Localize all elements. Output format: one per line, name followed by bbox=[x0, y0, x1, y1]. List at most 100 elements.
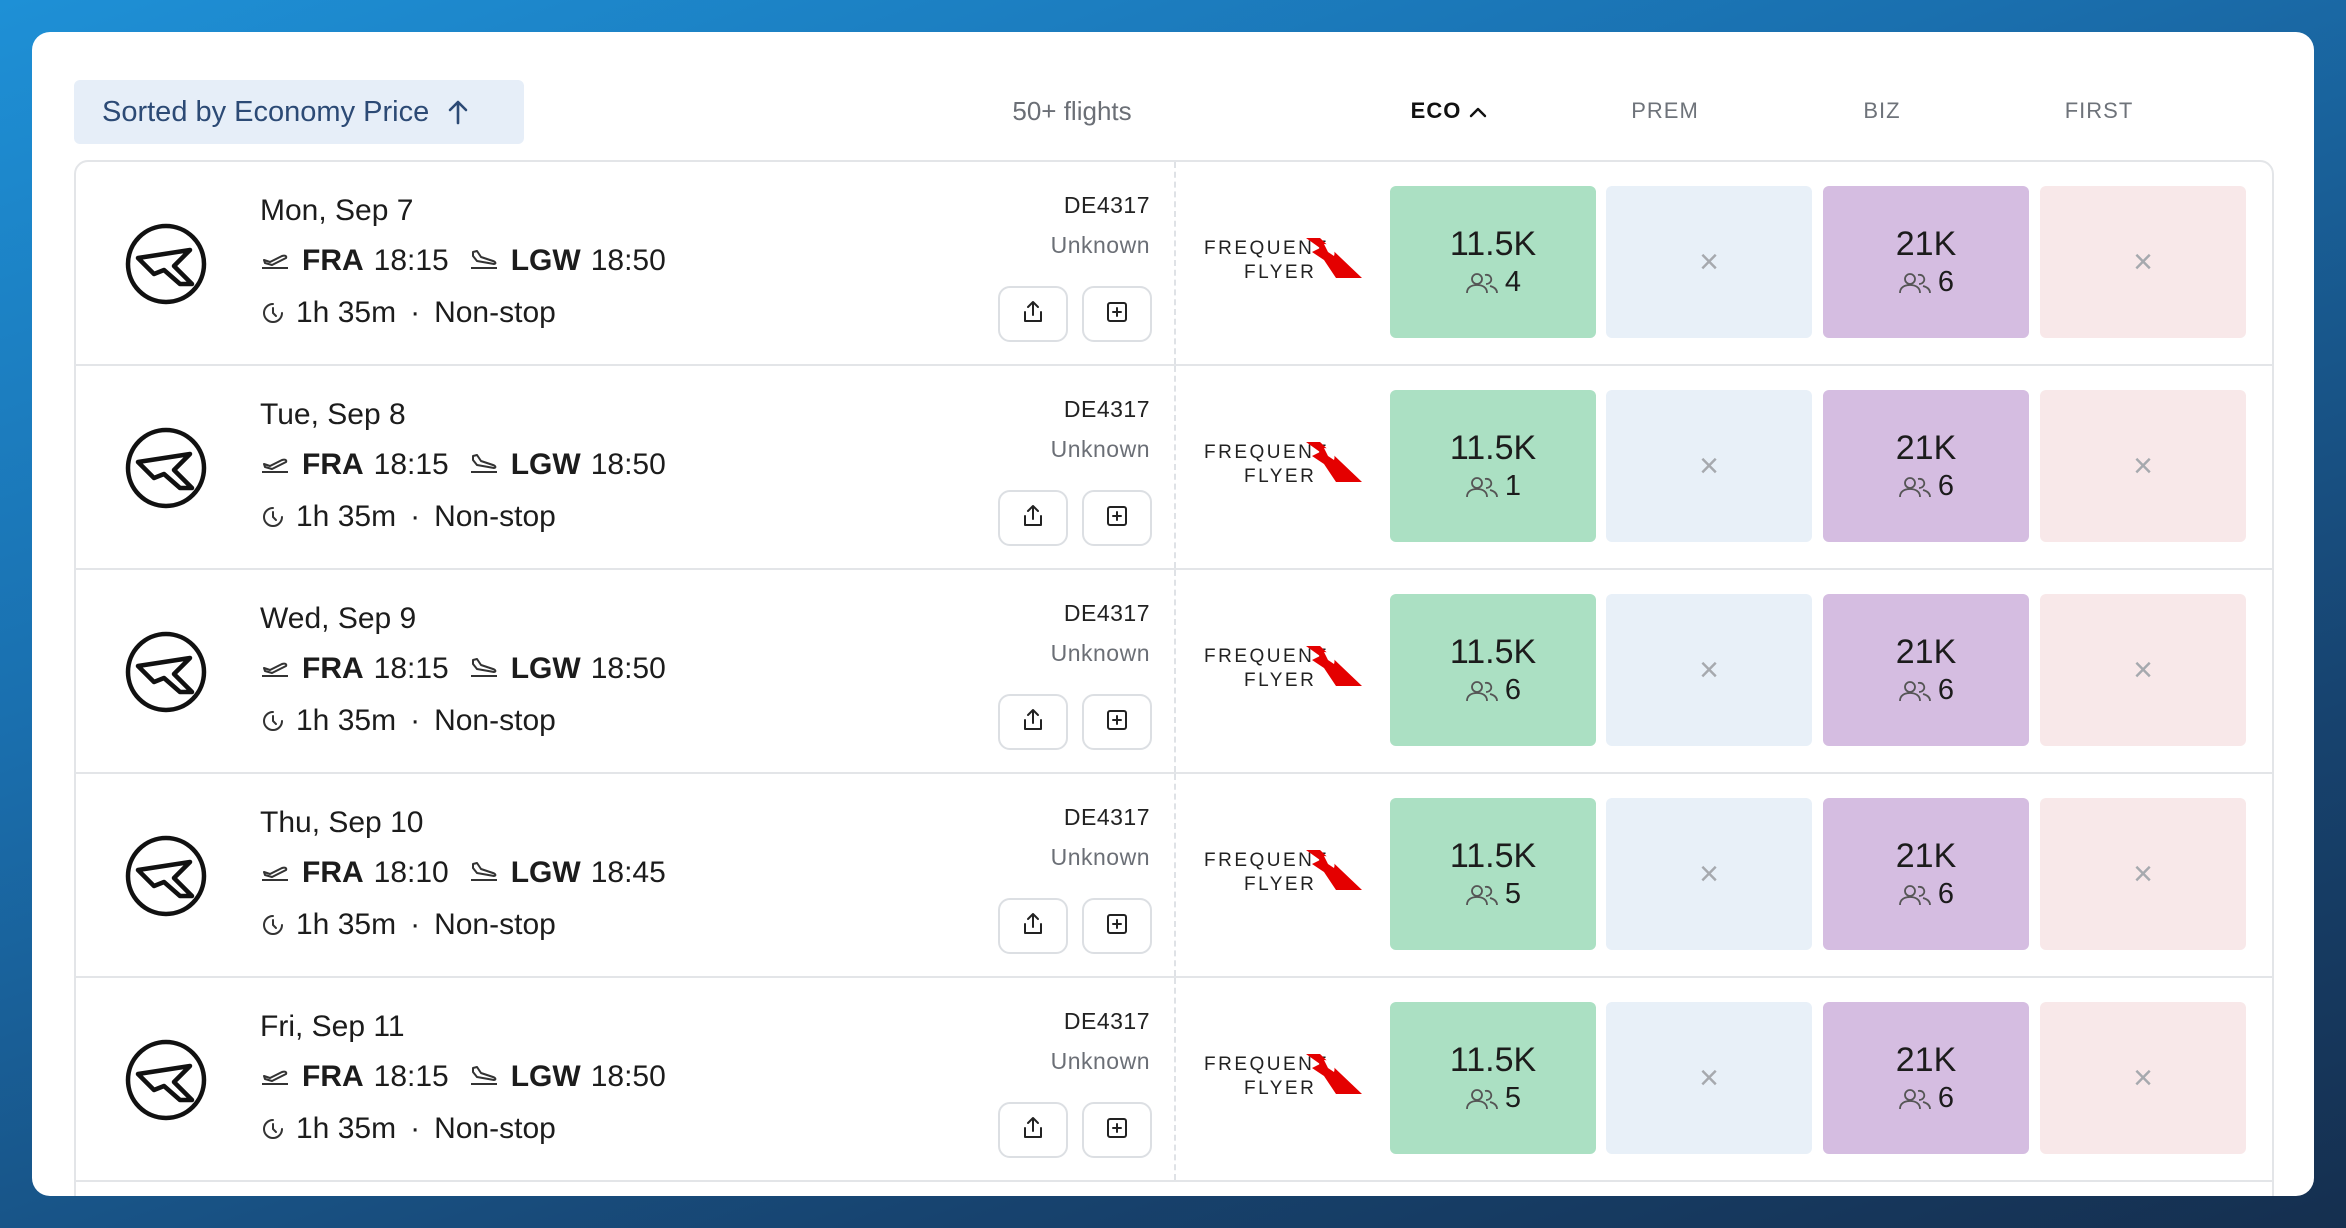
add-button[interactable] bbox=[1082, 1102, 1152, 1158]
unavailable-icon: × bbox=[1699, 446, 1719, 485]
share-button[interactable] bbox=[998, 286, 1068, 342]
separator-dot: · bbox=[410, 500, 421, 533]
first-fare-cell[interactable]: × bbox=[2040, 186, 2246, 338]
first-fare-cell[interactable]: × bbox=[2040, 594, 2246, 746]
flight-date: Wed, Sep 9 bbox=[260, 602, 417, 635]
eco-fare-cell[interactable]: 11.5K 5 bbox=[1390, 1002, 1596, 1154]
prem-fare-cell[interactable]: × bbox=[1606, 390, 1812, 542]
departure-time: 18:15 bbox=[373, 1060, 449, 1093]
duration: 1h 35m bbox=[296, 500, 397, 533]
airline-logo bbox=[124, 426, 208, 510]
eco-price: 11.5K bbox=[1449, 837, 1537, 875]
airline-logo bbox=[124, 222, 208, 306]
frequent-flyer-logo: FREQUENT FLYER bbox=[1204, 846, 1364, 906]
column-header-eco[interactable]: ECO bbox=[1346, 98, 1552, 124]
eco-fare-cell[interactable]: 11.5K 6 bbox=[1390, 594, 1596, 746]
biz-fare-cell[interactable]: 21K 6 bbox=[1823, 186, 2029, 338]
aircraft-type: Unknown bbox=[1050, 232, 1150, 258]
biz-fare-cell[interactable]: 21K 6 bbox=[1823, 594, 2029, 746]
stops: Non-stop bbox=[434, 1112, 556, 1145]
prem-fare-cell[interactable]: × bbox=[1606, 798, 1812, 950]
plane-landing-icon bbox=[469, 652, 499, 686]
kangaroo-icon bbox=[1306, 442, 1362, 482]
results-card: Sorted by Economy Price 50+ flights ECO … bbox=[32, 32, 2314, 1196]
flight-date: Mon, Sep 7 bbox=[260, 194, 414, 227]
column-header-first[interactable]: FIRST bbox=[1996, 98, 2202, 124]
departure-time: 18:15 bbox=[373, 448, 449, 481]
share-button[interactable] bbox=[998, 694, 1068, 750]
eco-seats: 5 bbox=[1465, 878, 1521, 911]
first-fare-cell[interactable]: × bbox=[2040, 390, 2246, 542]
flight-row[interactable]: Mon, Sep 7 FRA 18:15 LGW 18:50 1h 35m · … bbox=[76, 162, 2272, 366]
eco-fare-cell[interactable]: 11.5K 4 bbox=[1390, 186, 1596, 338]
frequent-flyer-logo: FREQUENT FLYER bbox=[1204, 438, 1364, 498]
flight-row[interactable]: Tue, Sep 8 FRA 18:15 LGW 18:50 1h 35m · … bbox=[76, 366, 2272, 570]
unavailable-icon: × bbox=[2133, 1058, 2153, 1097]
frequent-flyer-logo: FREQUENT FLYER bbox=[1204, 1050, 1364, 1110]
biz-seat-count: 6 bbox=[1937, 878, 1955, 910]
flight-row[interactable]: Wed, Sep 9 FRA 18:15 LGW 18:50 1h 35m · … bbox=[76, 570, 2272, 774]
biz-seats: 6 bbox=[1898, 1082, 1954, 1115]
flight-row[interactable]: Thu, Sep 10 FRA 18:10 LGW 18:45 1h 35m ·… bbox=[76, 774, 2272, 978]
row-divider bbox=[1174, 162, 1176, 364]
destination-code: LGW bbox=[510, 448, 581, 481]
add-button[interactable] bbox=[1082, 898, 1152, 954]
sort-button[interactable]: Sorted by Economy Price bbox=[74, 80, 524, 144]
flight-number: DE4317 bbox=[1063, 192, 1150, 218]
stops: Non-stop bbox=[434, 500, 556, 533]
biz-seat-count: 6 bbox=[1937, 1082, 1955, 1114]
share-button[interactable] bbox=[998, 490, 1068, 546]
biz-price: 21K bbox=[1895, 225, 1957, 263]
eco-seats: 6 bbox=[1465, 674, 1521, 707]
column-header-prem[interactable]: PREM bbox=[1562, 98, 1768, 124]
duration: 1h 35m bbox=[296, 704, 397, 737]
unavailable-icon: × bbox=[2133, 242, 2153, 281]
prem-fare-cell[interactable]: × bbox=[1606, 1002, 1812, 1154]
eco-seats: 4 bbox=[1465, 266, 1521, 299]
route-line: FRA 18:15 LGW 18:50 bbox=[260, 1060, 686, 1094]
add-button[interactable] bbox=[1082, 490, 1152, 546]
first-fare-cell[interactable]: × bbox=[2040, 798, 2246, 950]
duration: 1h 35m bbox=[296, 908, 397, 941]
departure-time: 18:10 bbox=[373, 856, 449, 889]
add-button[interactable] bbox=[1082, 286, 1152, 342]
frequent-flyer-logo: FREQUENT FLYER bbox=[1204, 642, 1364, 702]
biz-fare-cell[interactable]: 21K 6 bbox=[1823, 390, 2029, 542]
unavailable-icon: × bbox=[1699, 242, 1719, 281]
biz-price: 21K bbox=[1895, 1041, 1957, 1079]
share-icon bbox=[1020, 1115, 1046, 1146]
prem-fare-cell[interactable]: × bbox=[1606, 594, 1812, 746]
flight-row[interactable]: Fri, Sep 11 FRA 18:15 LGW 18:50 1h 35m ·… bbox=[76, 978, 2272, 1182]
eco-fare-cell[interactable]: 11.5K 5 bbox=[1390, 798, 1596, 950]
unavailable-icon: × bbox=[2133, 650, 2153, 689]
column-header-biz-label: BIZ bbox=[1863, 98, 1901, 123]
share-icon bbox=[1020, 299, 1046, 330]
separator-dot: · bbox=[410, 296, 421, 329]
biz-price: 21K bbox=[1895, 633, 1957, 671]
stops: Non-stop bbox=[434, 296, 556, 329]
share-button[interactable] bbox=[998, 1102, 1068, 1158]
biz-fare-cell[interactable]: 21K 6 bbox=[1823, 1002, 2029, 1154]
route-line: FRA 18:15 LGW 18:50 bbox=[260, 448, 686, 482]
stops: Non-stop bbox=[434, 704, 556, 737]
duration-line: 1h 35m · Non-stop bbox=[260, 296, 556, 330]
eco-fare-cell[interactable]: 11.5K 1 bbox=[1390, 390, 1596, 542]
biz-fare-cell[interactable]: 21K 6 bbox=[1823, 798, 2029, 950]
eco-seat-count: 4 bbox=[1504, 266, 1522, 298]
arrival-time: 18:50 bbox=[590, 1060, 666, 1093]
users-icon bbox=[1465, 271, 1499, 295]
duration-line: 1h 35m · Non-stop bbox=[260, 500, 556, 534]
destination-code: LGW bbox=[510, 856, 581, 889]
duration-line: 1h 35m · Non-stop bbox=[260, 704, 556, 738]
departure-time: 18:15 bbox=[373, 652, 449, 685]
column-header-biz[interactable]: BIZ bbox=[1779, 98, 1985, 124]
kangaroo-icon bbox=[1306, 646, 1362, 686]
separator-dot: · bbox=[410, 704, 421, 737]
first-fare-cell[interactable]: × bbox=[2040, 1002, 2246, 1154]
share-button[interactable] bbox=[998, 898, 1068, 954]
separator-dot: · bbox=[410, 908, 421, 941]
biz-price: 21K bbox=[1895, 429, 1957, 467]
prem-fare-cell[interactable]: × bbox=[1606, 186, 1812, 338]
add-button[interactable] bbox=[1082, 694, 1152, 750]
departure-time: 18:15 bbox=[373, 244, 449, 277]
